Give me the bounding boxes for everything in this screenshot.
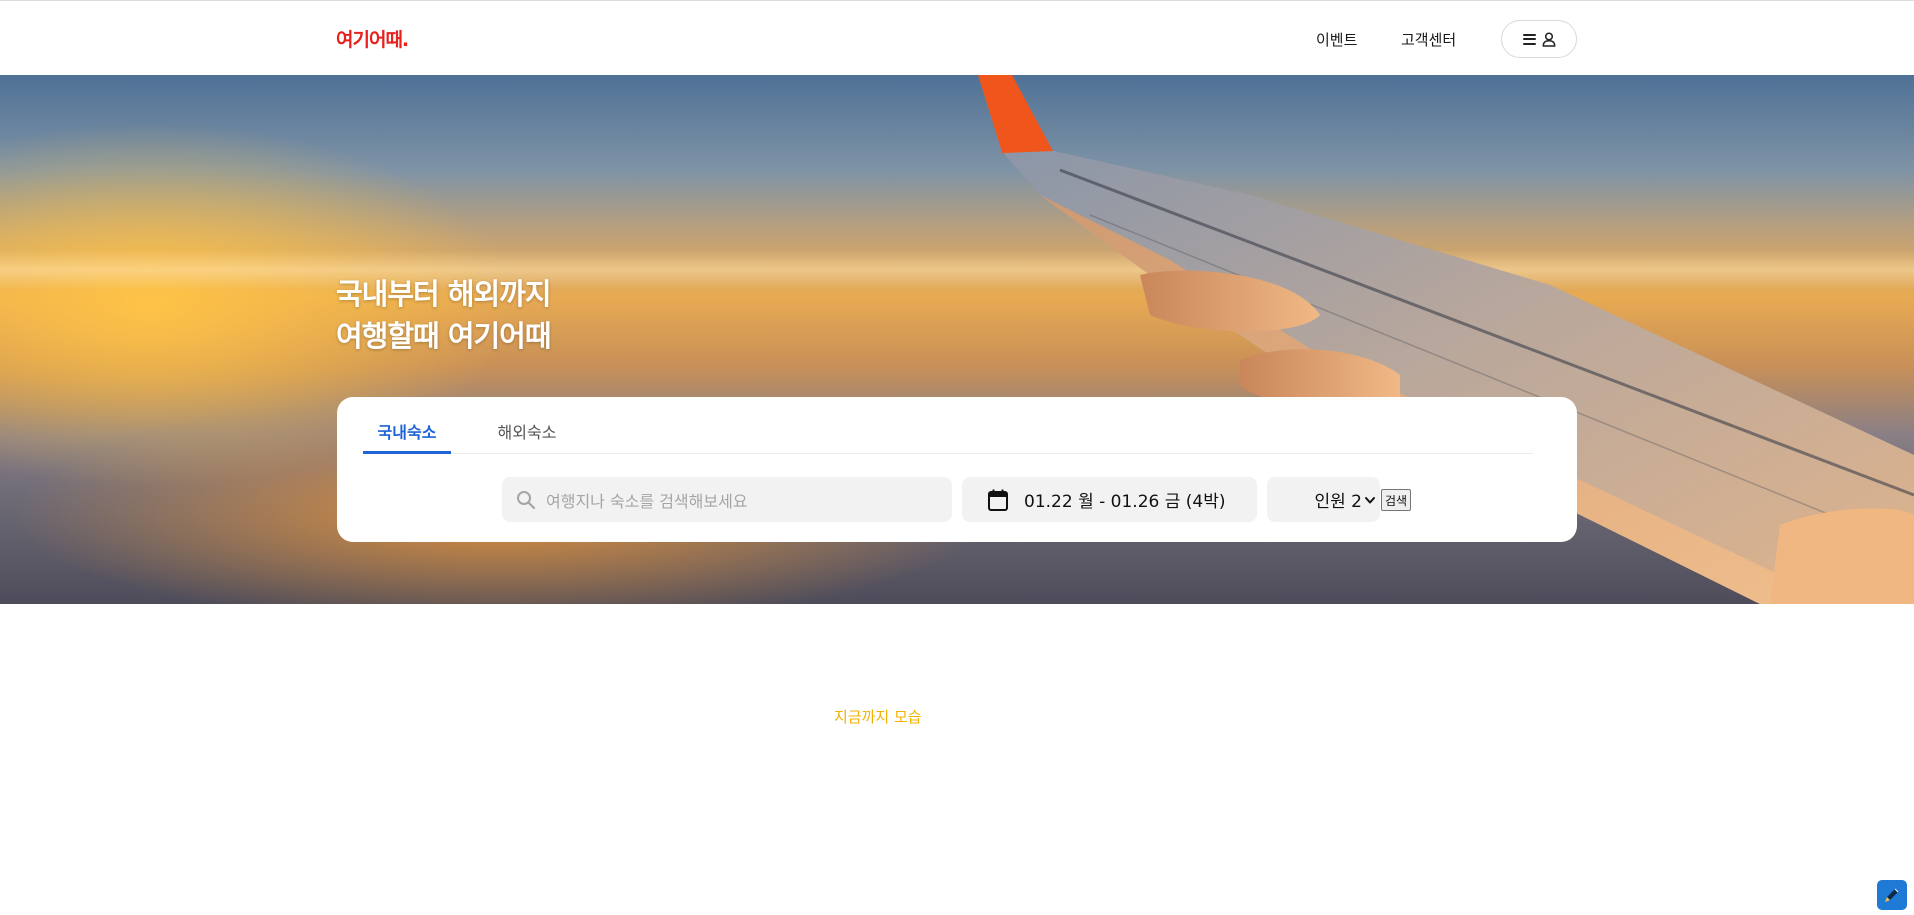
- search-card: 국내숙소 해외숙소 여행지나 숙소를 검색해보세요 01.22 월 - 01.2…: [337, 397, 1577, 542]
- destination-search-input[interactable]: 여행지나 숙소를 검색해보세요: [502, 477, 952, 522]
- site-header: 여기어때. 이벤트 고객센터: [0, 1, 1914, 75]
- hero-title-line: 국내부터 해외까지: [336, 277, 552, 311]
- nav-link-support[interactable]: 고객센터: [1401, 29, 1456, 50]
- tab-domestic[interactable]: 국내숙소: [363, 419, 451, 454]
- pen-icon: [1885, 888, 1899, 902]
- hero-title-line: 여행할때 여기어때: [336, 319, 552, 353]
- hamburger-icon: [1522, 33, 1536, 45]
- search-placeholder: 여행지나 숙소를 검색해보세요: [546, 491, 748, 511]
- date-range-text: 01.22 월 - 01.26 금 (4박): [1024, 492, 1226, 512]
- date-range-picker[interactable]: 01.22 월 - 01.26 금 (4박): [962, 477, 1257, 522]
- guest-count-select[interactable]: 인원 2: [1267, 477, 1380, 522]
- edit-tool-button[interactable]: [1877, 880, 1907, 910]
- chevron-down-icon: [1365, 496, 1375, 503]
- search-button[interactable]: 검색: [1381, 489, 1411, 511]
- user-icon: [1542, 31, 1555, 47]
- guest-count-value: 인원 2: [1314, 492, 1363, 512]
- search-icon: [517, 490, 536, 509]
- hero-title: 국내부터 해외까지 여행할때 여기어때: [336, 273, 552, 357]
- status-text: 지금까지 모습: [834, 708, 922, 726]
- accommodation-tabs: 국내숙소 해외숙소: [363, 397, 1533, 454]
- calendar-icon: [988, 489, 1008, 511]
- tab-overseas[interactable]: 해외숙소: [483, 419, 571, 454]
- nav-link-events[interactable]: 이벤트: [1316, 29, 1357, 50]
- brand-logo[interactable]: 여기어때.: [336, 25, 409, 52]
- account-menu-button[interactable]: [1501, 20, 1577, 58]
